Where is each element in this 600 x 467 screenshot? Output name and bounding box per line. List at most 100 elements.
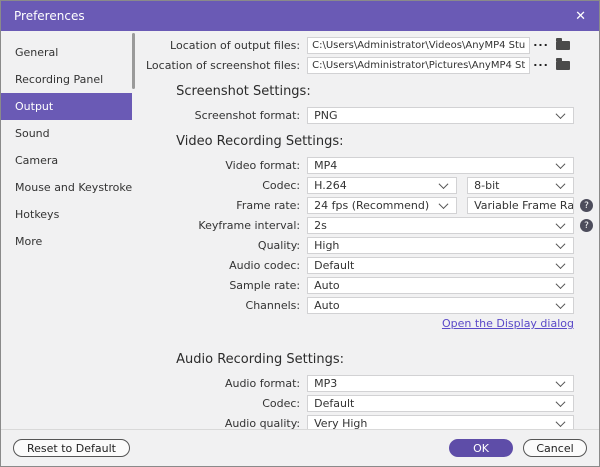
dialog-footer: Reset to Default OK Cancel	[1, 429, 599, 466]
sidebar-item-camera[interactable]: Camera	[1, 147, 132, 174]
chevron-down-icon	[555, 239, 566, 250]
channels-row: Channels: Auto	[132, 297, 599, 314]
frame-rate-label: Frame rate:	[236, 199, 301, 212]
audio-codec2-row: Codec: Default	[132, 395, 599, 412]
preferences-dialog: Preferences ✕ General Recording Panel Ou…	[0, 0, 600, 467]
audio-codec-label: Audio codec:	[229, 259, 301, 272]
quality-label: Quality:	[257, 239, 301, 252]
audio-format-label: Audio format:	[224, 377, 301, 390]
screenshot-format-select[interactable]: PNG	[307, 107, 574, 124]
output-location-label: Location of output files:	[170, 39, 301, 52]
sidebar-item-sound[interactable]: Sound	[1, 120, 132, 147]
chevron-down-icon	[555, 159, 566, 170]
frame-rate-row: Frame rate: 24 fps (Recommend) Variable …	[132, 197, 599, 214]
chevron-down-icon	[555, 259, 566, 270]
sidebar-item-recording-panel[interactable]: Recording Panel	[1, 66, 132, 93]
selected-value: Very High	[314, 417, 368, 429]
chevron-down-icon	[555, 299, 566, 310]
display-dialog-link-row: Open the Display dialog	[132, 317, 599, 330]
ok-button[interactable]: OK	[449, 439, 513, 457]
output-open-folder-button[interactable]	[552, 37, 574, 54]
video-format-select[interactable]: MP4	[307, 157, 574, 174]
keyframe-interval-select[interactable]: 2s	[307, 217, 574, 234]
audio-settings-title: Audio Recording Settings:	[176, 352, 345, 367]
screenshot-location-row: Location of screenshot files: ...	[132, 57, 599, 74]
scrollbar-track[interactable]	[132, 31, 136, 429]
help-icon[interactable]: ?	[580, 219, 593, 232]
help-icon[interactable]: ?	[580, 199, 593, 212]
video-format-row: Video format: MP4	[132, 157, 599, 174]
audio-quality-select[interactable]: Very High	[307, 415, 574, 429]
chevron-down-icon	[555, 219, 566, 230]
audio-codec-select[interactable]: Default	[307, 257, 574, 274]
scrollbar-thumb[interactable]	[132, 33, 136, 89]
selected-value: Default	[314, 259, 355, 272]
audio-codec2-select[interactable]: Default	[307, 395, 574, 412]
screenshot-browse-button[interactable]: ...	[530, 57, 552, 74]
chevron-down-icon	[555, 279, 566, 290]
audio-codec-row: Audio codec: Default	[132, 257, 599, 274]
chevron-down-icon	[438, 179, 449, 190]
selected-value: MP4	[314, 159, 338, 172]
chevron-down-icon	[555, 397, 566, 408]
sidebar: General Recording Panel Output Sound Cam…	[1, 31, 133, 429]
audio-codec2-label: Codec:	[262, 397, 301, 410]
selected-value: 24 fps (Recommend)	[314, 199, 430, 212]
audio-quality-label: Audio quality:	[224, 417, 301, 429]
selected-value: PNG	[314, 109, 338, 122]
window-title: Preferences	[14, 9, 85, 23]
video-codec-select[interactable]: H.264	[307, 177, 458, 194]
selected-value: Auto	[314, 299, 340, 312]
sidebar-item-hotkeys[interactable]: Hotkeys	[1, 201, 132, 228]
keyframe-interval-row: Keyframe interval: 2s ?	[132, 217, 599, 234]
sample-rate-row: Sample rate: Auto	[132, 277, 599, 294]
folder-icon	[556, 58, 570, 70]
screenshot-open-folder-button[interactable]	[552, 57, 574, 74]
close-icon[interactable]: ✕	[575, 10, 586, 23]
frame-rate-mode-select[interactable]: Variable Frame Rate	[467, 197, 574, 214]
output-browse-button[interactable]: ...	[530, 37, 552, 54]
titlebar: Preferences ✕	[1, 1, 599, 31]
sample-rate-select[interactable]: Auto	[307, 277, 574, 294]
channels-select[interactable]: Auto	[307, 297, 574, 314]
dialog-body: General Recording Panel Output Sound Cam…	[1, 31, 599, 429]
video-codec-label: Codec:	[262, 179, 301, 192]
screenshot-location-input[interactable]	[307, 57, 530, 74]
sidebar-item-general[interactable]: General	[1, 39, 132, 66]
selected-value: High	[314, 239, 340, 252]
chevron-down-icon	[555, 417, 566, 428]
folder-icon	[556, 38, 570, 50]
chevron-down-icon	[555, 109, 566, 120]
quality-select[interactable]: High	[307, 237, 574, 254]
cancel-button[interactable]: Cancel	[523, 439, 587, 457]
reset-to-default-button[interactable]: Reset to Default	[13, 439, 130, 457]
audio-format-row: Audio format: MP3	[132, 375, 599, 392]
bit-depth-select[interactable]: 8-bit	[467, 177, 574, 194]
selected-value: Default	[314, 397, 355, 410]
screenshot-location-label: Location of screenshot files:	[146, 59, 301, 72]
selected-value: Auto	[314, 279, 340, 292]
frame-rate-select[interactable]: 24 fps (Recommend)	[307, 197, 458, 214]
open-display-dialog-link[interactable]: Open the Display dialog	[442, 317, 574, 330]
chevron-down-icon	[555, 179, 566, 190]
sample-rate-label: Sample rate:	[229, 279, 301, 292]
selected-value: Variable Frame Rate	[474, 199, 574, 212]
selected-value: H.264	[314, 179, 347, 192]
channels-label: Channels:	[245, 299, 301, 312]
sidebar-item-more[interactable]: More	[1, 228, 132, 255]
video-codec-row: Codec: H.264 8-bit	[132, 177, 599, 194]
sidebar-item-output[interactable]: Output	[1, 93, 133, 120]
chevron-down-icon	[438, 199, 449, 210]
quality-row: Quality: High	[132, 237, 599, 254]
selected-value: 2s	[314, 219, 327, 232]
sidebar-item-mouse-keystroke[interactable]: Mouse and Keystroke	[1, 174, 132, 201]
chevron-down-icon	[555, 377, 566, 388]
audio-format-select[interactable]: MP3	[307, 375, 574, 392]
video-format-label: Video format:	[225, 159, 301, 172]
video-settings-title: Video Recording Settings:	[176, 134, 344, 149]
selected-value: MP3	[314, 377, 338, 390]
selected-value: 8-bit	[474, 179, 500, 192]
output-location-input[interactable]	[307, 37, 530, 54]
audio-quality-row: Audio quality: Very High	[132, 415, 599, 429]
output-settings-panel: Location of output files: ... Location o…	[132, 31, 599, 429]
